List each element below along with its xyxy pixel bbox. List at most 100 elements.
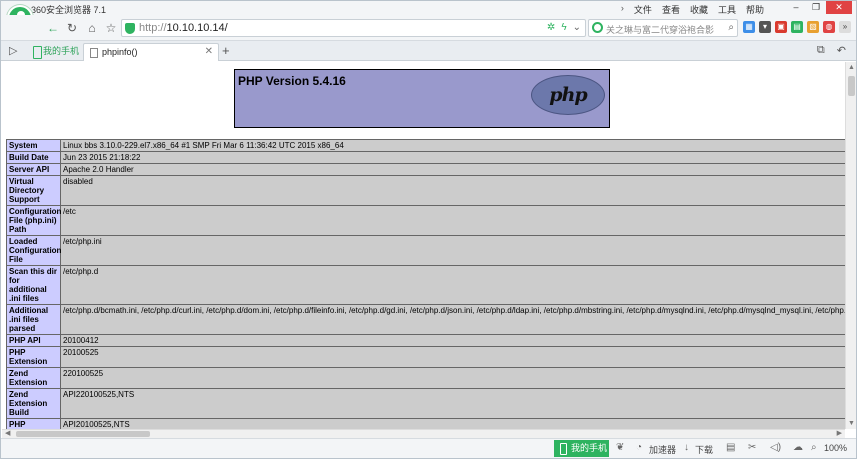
download-icon[interactable]: ↓ — [684, 442, 689, 453]
accelerator-icon[interactable]: ◔ — [636, 442, 642, 453]
table-row: Configuration File (php.ini) Path/etc — [6, 205, 845, 236]
table-row: Zend Extension Build API220100525,NTS — [6, 388, 845, 419]
more-extensions-icon[interactable]: » — [839, 21, 851, 33]
zoom-level[interactable]: 100% — [824, 443, 847, 453]
row-key: Server API — [6, 163, 61, 176]
page-viewport[interactable]: PHP Version 5.4.16 php System Linux bbs 3… — [2, 62, 845, 429]
accelerator-button[interactable]: 加速器 — [649, 443, 676, 456]
table-row: Server API Apache 2.0 Handler — [6, 163, 845, 176]
chevron-down-icon[interactable]: ⌄ — [573, 22, 581, 33]
horizontal-scrollbar[interactable]: ◀ ▶ — [2, 429, 845, 438]
row-value: 20100525 — [60, 346, 845, 368]
url-text[interactable]: http://10.10.10.14/ — [139, 22, 228, 34]
row-key: PHP Extension — [6, 346, 61, 368]
row-value: /etc/php.d — [60, 265, 845, 305]
extension-orange-icon[interactable]: ▧ — [807, 21, 819, 33]
row-key: Zend Extension — [6, 367, 61, 389]
row-value: /etc/php.d/bcmath.ini, /etc/php.d/curl.i… — [60, 304, 845, 335]
row-value: Linux bbs 3.10.0-229.el7.x86_64 #1 SMP F… — [60, 139, 845, 152]
lightning-icon[interactable]: ϟ — [561, 22, 566, 33]
table-row: Loaded Configuration File/etc/php.ini — [6, 235, 845, 266]
extension-bag-icon[interactable]: ◍ — [823, 21, 835, 33]
back-arrow-icon[interactable]: ← — [45, 20, 61, 36]
vertical-scroll-thumb[interactable] — [848, 76, 855, 96]
sidebar-toggle-icon[interactable]: ▷ — [9, 44, 17, 57]
window-controls: – ❐ ✕ — [786, 1, 852, 14]
row-key: Build Date — [6, 151, 61, 164]
tab-bar: ▷ 我的手机 phpinfo() ✕ + ⧉ ↶ — [1, 41, 856, 61]
clipboard-icon[interactable]: ▤ — [726, 442, 735, 453]
zoom-icon[interactable]: ⌕ — [811, 442, 817, 453]
row-value: disabled — [60, 175, 845, 206]
home-icon[interactable]: ⌂ — [84, 20, 100, 36]
table-row: System Linux bbs 3.10.0-229.el7.x86_64 #1… — [6, 139, 845, 152]
vertical-scrollbar[interactable]: ▲ ▼ — [845, 62, 856, 429]
table-row: Virtual Directory Support disabled — [6, 175, 845, 206]
row-key: System — [6, 139, 61, 152]
row-value: Apache 2.0 Handler — [60, 163, 845, 176]
row-key: Virtual Directory Support — [6, 175, 61, 206]
row-key: Scan this dir for additional .ini files — [6, 265, 61, 305]
row-key: PHP API — [6, 334, 61, 347]
php-logo: php — [531, 75, 605, 115]
row-value: 220100525 — [60, 367, 845, 389]
address-bar[interactable]: http://10.10.10.14/ ✲ ϟ ⌄ — [121, 19, 586, 37]
new-tab-plus-icon[interactable]: + — [222, 43, 230, 58]
row-value: /etc/php.ini — [60, 235, 845, 266]
leaf-icon[interactable]: ❦ — [616, 442, 624, 453]
extension-apps-icon[interactable]: ▦ — [743, 21, 755, 33]
page-icon — [90, 48, 98, 58]
row-value: API20100525,NTS — [60, 418, 845, 429]
table-row: Zend Extension 220100525 — [6, 367, 845, 389]
table-row: Additional .ini files parsed/etc/php.d/b… — [6, 304, 845, 335]
address-bar-icons: ✲ ϟ ⌄ — [547, 22, 581, 33]
star-icon[interactable]: ☆ — [103, 20, 119, 36]
status-my-phone-button[interactable]: 我的手机 — [554, 440, 609, 457]
extension-icons: ▦ ▾ ▣ ▤ ▧ ◍ » — [743, 21, 851, 33]
table-row: PHP Extension 20100525 — [6, 346, 845, 368]
tab-my-phone[interactable]: 我的手机 — [31, 43, 79, 60]
table-row: PHP API 20100412 — [6, 334, 845, 347]
scroll-up-icon[interactable]: ▲ — [848, 64, 855, 71]
row-key: Zend Extension Build — [6, 388, 61, 419]
search-box[interactable]: 关之琳与富二代穿浴袍合影 ⌕ — [588, 19, 738, 37]
row-key: PHP Extension Build — [6, 418, 61, 429]
browser-window: 360安全浏览器 7.1 › 文件 查看 收藏 工具 帮助 – ❐ ✕ ← ↻ … — [0, 0, 857, 459]
row-value: /etc — [60, 205, 845, 236]
restore-button[interactable]: ❐ — [806, 1, 826, 14]
sound-icon[interactable]: ◁) — [770, 442, 781, 453]
row-value: API220100525,NTS — [60, 388, 845, 419]
undo-close-icon[interactable]: ↶ — [837, 44, 846, 57]
tab-title: phpinfo() — [102, 47, 138, 57]
tab-phpinfo[interactable]: phpinfo() ✕ — [83, 43, 219, 61]
screenshot-icon[interactable]: ✂ — [748, 442, 756, 453]
table-row: Build Date Jun 23 2015 21:18:22 — [6, 151, 845, 164]
table-row: PHP Extension BuildAPI20100525,NTS — [6, 418, 845, 429]
gear-icon[interactable]: ✲ — [547, 22, 555, 33]
phpinfo-table: System Linux bbs 3.10.0-229.el7.x86_64 #1… — [6, 139, 845, 429]
row-key: Loaded Configuration File — [6, 235, 61, 266]
row-value: 20100412 — [60, 334, 845, 347]
extension-red-icon[interactable]: ▣ — [775, 21, 787, 33]
horizontal-scroll-thumb[interactable] — [16, 431, 150, 437]
table-row: Scan this dir for additional .ini files /… — [6, 265, 845, 305]
download-button[interactable]: 下载 — [695, 443, 713, 456]
search-icon — [592, 22, 603, 33]
extension-green-icon[interactable]: ▤ — [791, 21, 803, 33]
close-button[interactable]: ✕ — [826, 1, 852, 14]
extension-dropdown-icon[interactable]: ▾ — [759, 21, 771, 33]
row-value: Jun 23 2015 21:18:22 — [60, 151, 845, 164]
close-icon[interactable]: ✕ — [205, 46, 213, 57]
minimize-button[interactable]: – — [786, 1, 806, 14]
row-key: Configuration File (php.ini) Path — [6, 205, 61, 236]
scroll-down-icon[interactable]: ▼ — [848, 420, 855, 427]
scroll-left-icon[interactable]: ◀ — [5, 429, 10, 437]
refresh-icon[interactable]: ↻ — [64, 20, 80, 36]
status-bar: 我的手机 ❦ ◔ 加速器 ↓ 下载 ▤ ✂ ◁) ☁ ⌕ 100% — [1, 438, 856, 458]
shield-icon — [125, 23, 135, 34]
weather-icon[interactable]: ☁ — [793, 442, 803, 453]
window-switch-icon[interactable]: ⧉ — [817, 44, 825, 57]
search-input[interactable]: 关之琳与富二代穿浴袍合影 — [606, 23, 718, 36]
scroll-right-icon[interactable]: ▶ — [837, 429, 842, 437]
magnifier-icon[interactable]: ⌕ — [728, 22, 734, 33]
